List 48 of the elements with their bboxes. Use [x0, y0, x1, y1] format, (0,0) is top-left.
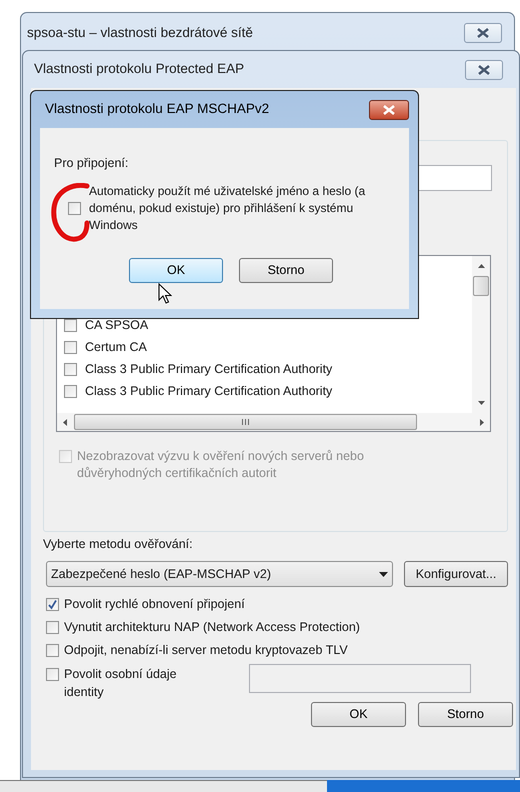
window-title: Vlastnosti protokolu Protected EAP — [34, 60, 244, 78]
close-icon — [383, 104, 395, 114]
scroll-thumb[interactable] — [473, 276, 489, 296]
dialog-button[interactable]: OK — [129, 258, 223, 283]
checkbox[interactable] — [64, 362, 77, 376]
close-icon — [478, 64, 490, 74]
checkbox-label: Vynutit architekturu NAP (Network Access Protection) — [64, 619, 360, 636]
grip-icon — [242, 419, 249, 425]
list-item[interactable]: CA SPSOA — [85, 316, 148, 334]
dropdown-arrow-icon — [379, 572, 388, 576]
method-label: Vyberte metodu ověřování: — [43, 536, 194, 553]
checkbox-label: Povolit osobní údaje identity — [64, 666, 178, 701]
checkbox-label: Automaticky použít mé uživatelské jméno a heslo (a doménu, pokud existuje) pro přihlášení k systému Windows — [89, 182, 366, 234]
identity-field[interactable] — [249, 664, 471, 693]
window-title: spsoa-stu – vlastnosti bezdrátové sítě — [27, 24, 253, 42]
list-item[interactable]: Certum CA — [85, 338, 147, 356]
checkbox[interactable] — [64, 384, 77, 398]
checkbox-label: Povolit rychlé obnovení připojení — [64, 596, 245, 613]
down-arrow-icon — [478, 401, 484, 405]
close-icon — [477, 28, 489, 38]
right-arrow-icon — [480, 418, 484, 426]
up-arrow-icon — [478, 264, 484, 268]
configure-button[interactable]: Konfigurovat... — [404, 561, 508, 587]
checkbox[interactable] — [46, 621, 59, 634]
checkbox[interactable] — [64, 340, 77, 354]
checkbox[interactable] — [46, 644, 59, 657]
checkbox-label: Nezobrazovat výzvu k ověření nových serverů nebo důvěryhodných certifikačních autorit — [77, 448, 365, 482]
dialog-button[interactable]: Storno — [418, 702, 513, 727]
group-label: Pro připojení: — [54, 155, 130, 172]
dialog-button[interactable]: Storno — [239, 258, 333, 283]
dialog-title: Vlastnosti protokolu EAP MSCHAPv2 — [45, 100, 270, 118]
dialog-button[interactable]: OK — [311, 702, 406, 727]
checkbox[interactable] — [64, 318, 77, 332]
checkbox[interactable] — [46, 668, 59, 681]
method-dropdown[interactable]: Zabezpečené heslo (EAP-MSCHAP v2) — [46, 561, 393, 587]
list-item[interactable]: Class 3 Public Primary Certification Authority — [85, 382, 332, 400]
close-button[interactable] — [465, 60, 503, 80]
close-button[interactable] — [464, 23, 502, 43]
scroll-thumb[interactable] — [74, 414, 417, 430]
cursor-icon — [158, 283, 172, 305]
scrollbar[interactable] — [472, 256, 490, 413]
checkbox[interactable] — [46, 598, 59, 611]
scrollbar[interactable] — [57, 413, 490, 431]
close-button[interactable] — [369, 100, 409, 120]
left-arrow-icon — [63, 418, 67, 426]
checkbox-label: Odpojit, nenabízí-li server metodu kryptovazeb TLV — [64, 642, 348, 659]
list-item[interactable]: Class 3 Public Primary Certification Authority — [85, 360, 332, 378]
checkbox[interactable] — [68, 202, 81, 215]
